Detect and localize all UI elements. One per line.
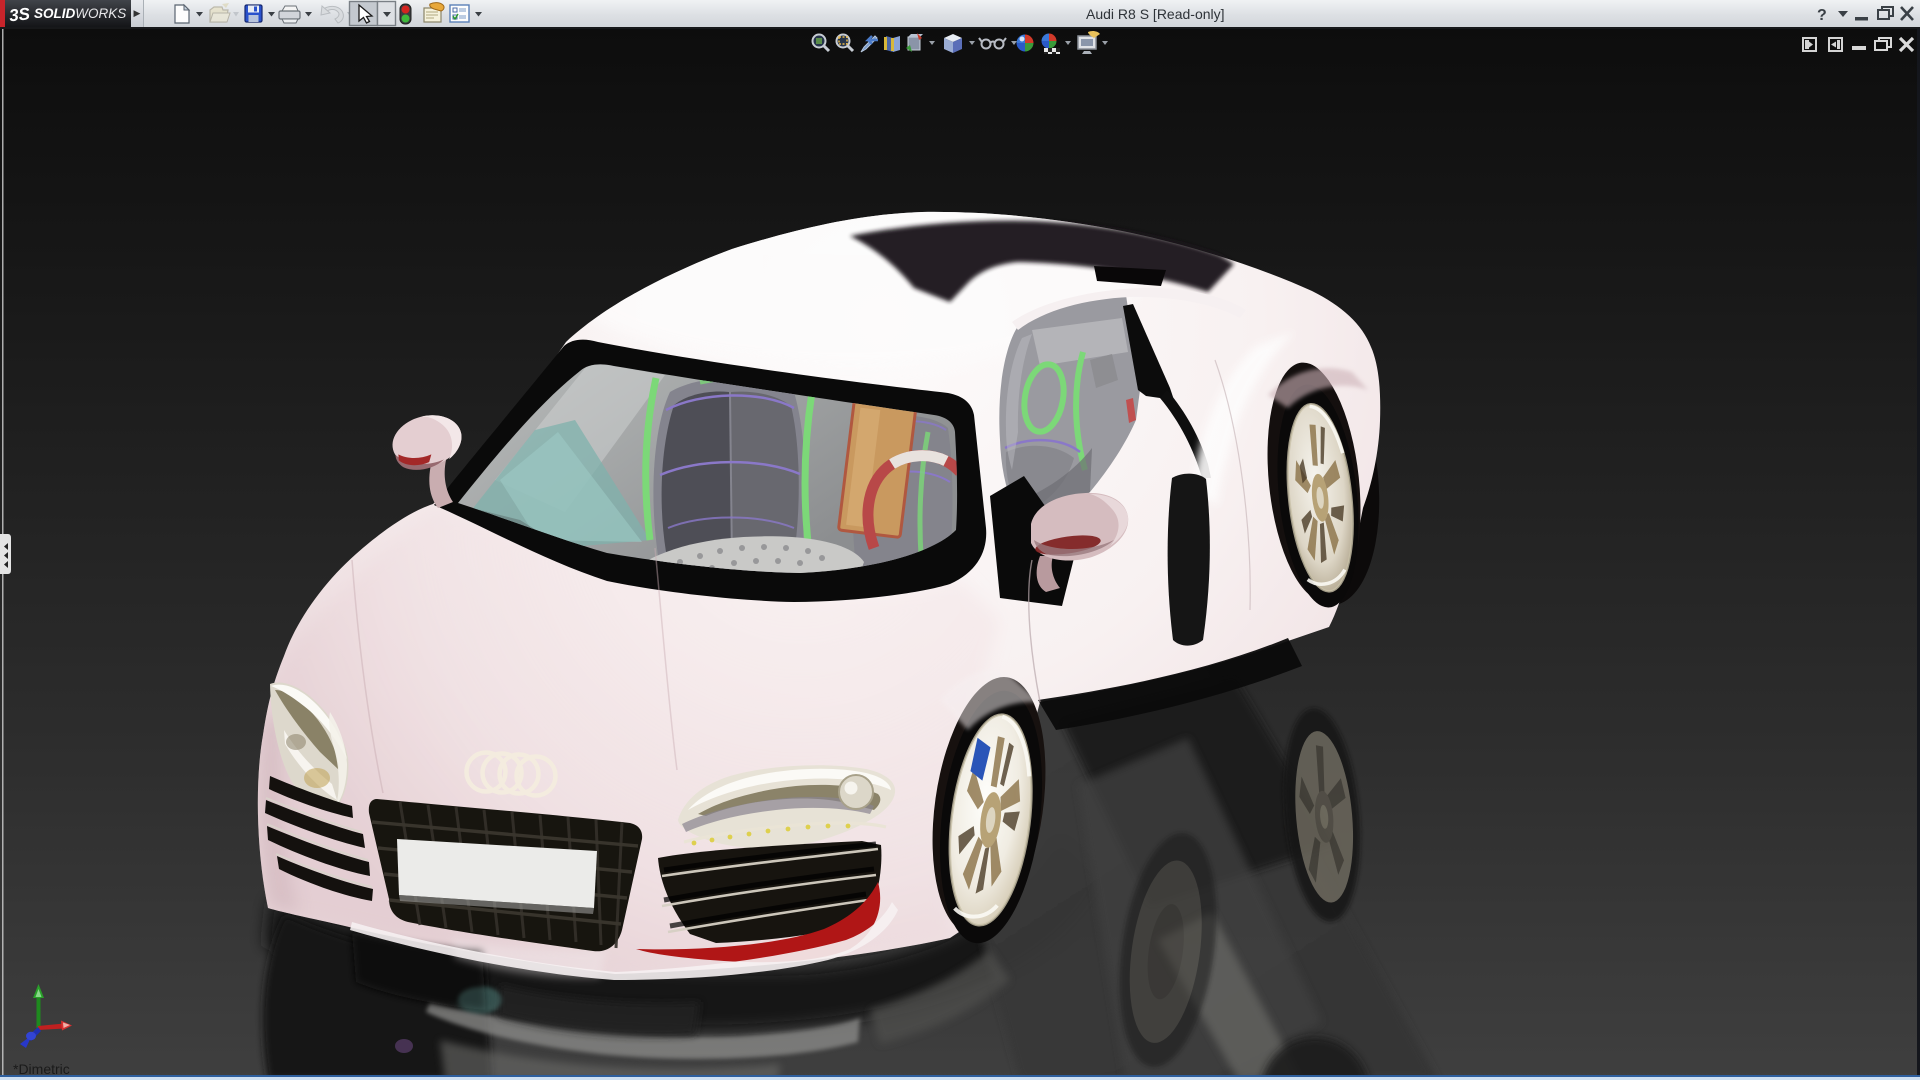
svg-text:?: ? xyxy=(1817,7,1827,24)
svg-text:*Dimetric: *Dimetric xyxy=(13,1061,70,1077)
svg-text:3S: 3S xyxy=(8,4,31,25)
